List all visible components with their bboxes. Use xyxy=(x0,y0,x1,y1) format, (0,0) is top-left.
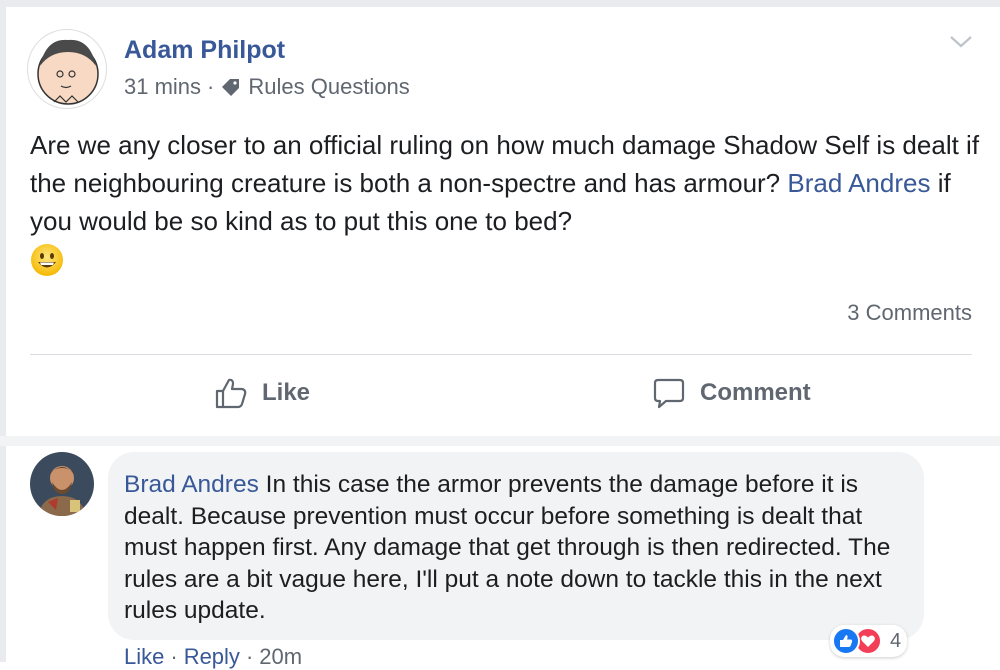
post-group-tag[interactable]: Rules Questions xyxy=(248,74,409,100)
post-meta: 31 mins · Rules Questions xyxy=(124,74,410,100)
like-button[interactable]: Like xyxy=(214,376,310,410)
commenter-avatar[interactable] xyxy=(30,452,94,516)
comment-reactions[interactable]: 4 xyxy=(830,625,908,657)
comment-button[interactable]: Comment xyxy=(652,376,811,410)
tag-icon xyxy=(220,76,242,98)
comment-action-separator: · xyxy=(245,644,254,669)
post-mention-link[interactable]: Brad Andres xyxy=(787,168,930,198)
chevron-down-icon[interactable] xyxy=(948,34,974,50)
post-author-name[interactable]: Adam Philpot xyxy=(124,36,285,65)
comment-body: Brad Andres In this case the armor preve… xyxy=(124,469,914,627)
comment-author-name[interactable]: Brad Andres xyxy=(124,471,259,498)
comment-button-label: Comment xyxy=(700,379,811,406)
page-left-border xyxy=(0,0,6,662)
comment-actions: Like · Reply · 20m xyxy=(124,644,302,670)
post-body: Are we any closer to an official ruling … xyxy=(30,126,980,240)
comment-like-link[interactable]: Like xyxy=(124,644,164,669)
meta-separator: · xyxy=(207,74,215,99)
author-avatar[interactable] xyxy=(27,29,107,109)
comment-reply-link[interactable]: Reply xyxy=(184,644,240,669)
grinning-face-icon xyxy=(30,243,64,277)
comment-time[interactable]: 20m xyxy=(259,644,302,669)
like-button-label: Like xyxy=(262,379,311,406)
page-top-border xyxy=(0,0,1000,7)
post-divider xyxy=(30,354,972,355)
speech-bubble-icon xyxy=(653,378,685,409)
comments-count[interactable]: 3 Comments xyxy=(847,300,972,326)
comment-action-separator: · xyxy=(170,644,178,669)
comments-section-divider xyxy=(0,436,1000,446)
reaction-count: 4 xyxy=(890,629,902,652)
like-reaction-icon xyxy=(832,627,860,655)
post-time[interactable]: 31 mins xyxy=(124,74,201,100)
thumbs-up-icon xyxy=(215,378,247,409)
